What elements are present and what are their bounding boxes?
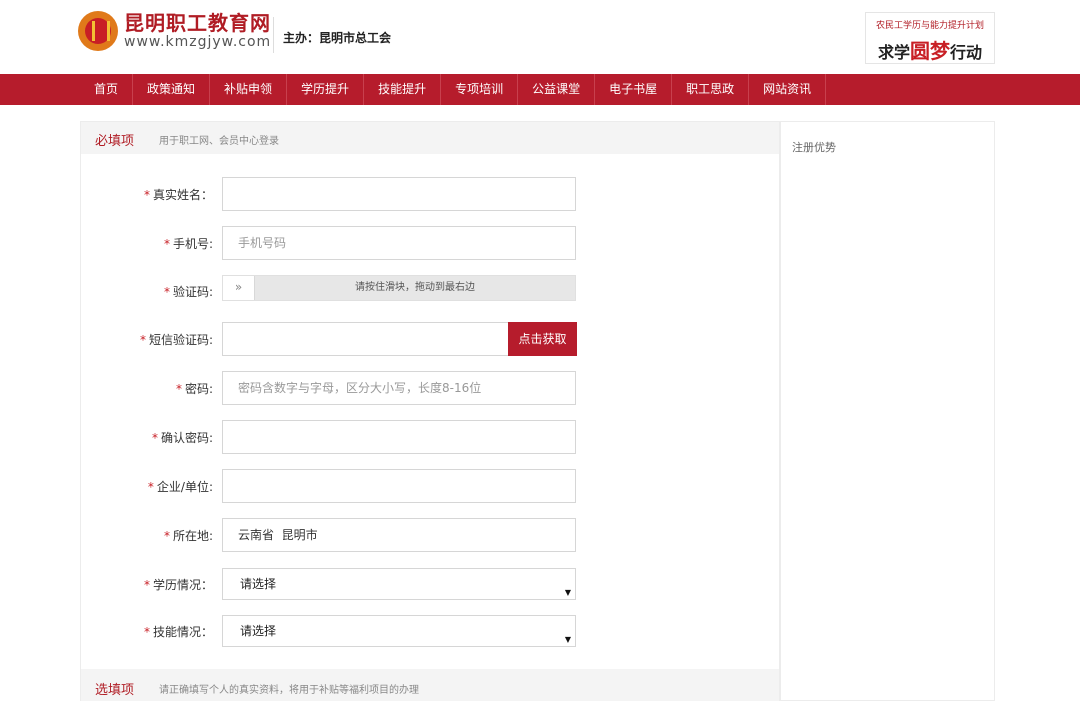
location-label: * 所在地:: [163, 529, 213, 543]
phone-label: * 手机号:: [163, 237, 213, 251]
nav-item-home[interactable]: 首页: [80, 74, 134, 105]
site-logo[interactable]: 昆明职工教育网 www.kmzgjyw.com: [78, 11, 271, 51]
nav-item-ebooks[interactable]: 电子书屋: [595, 74, 673, 105]
slider-handle-icon[interactable]: »: [223, 276, 255, 300]
nav-item-subsidy[interactable]: 补贴申领: [210, 74, 288, 105]
company-row: * 企业/单位:: [81, 469, 779, 503]
optional-section-description: 请正确填写个人的真实资料，将用于补贴等福利项目的办理: [159, 685, 419, 696]
union-emblem-icon: [78, 11, 118, 51]
slider-hint: 请按住滑块，拖动到最右边: [355, 282, 475, 293]
site-name: 昆明职工教育网: [124, 11, 271, 35]
skill-row: * 技能情况： 请选择 ▼: [81, 615, 779, 649]
education-selected-value: 请选择: [240, 577, 277, 591]
site-url: www.kmzgjyw.com: [124, 34, 272, 50]
nav-item-news[interactable]: 网站资讯: [749, 74, 827, 105]
skill-selected-value: 请选择: [240, 624, 277, 638]
phone-input[interactable]: [222, 226, 576, 260]
nav-item-training[interactable]: 专项培训: [441, 74, 519, 105]
captcha-label: * 验证码:: [163, 285, 213, 299]
location-input[interactable]: 云南省 昆明市: [222, 518, 576, 552]
nav-item-ideology[interactable]: 职工思政: [672, 74, 750, 105]
real-name-label: * 真实姓名：: [143, 188, 213, 202]
required-section-title: 必填项: [95, 134, 135, 149]
required-section-description: 用于职工网、会员中心登录: [159, 136, 279, 147]
dropdown-arrow-icon: ▼: [564, 635, 571, 644]
location-row: * 所在地: 云南省 昆明市: [81, 518, 779, 552]
nav-item-education[interactable]: 学历提升: [287, 74, 365, 105]
required-section-header: 必填项 用于职工网、会员中心登录: [81, 122, 779, 154]
main-nav: 首页 政策通知 补贴申领 学历提升 技能提升 专项培训 公益课堂 电子书屋 职工…: [0, 74, 1080, 105]
optional-section-title: 选填项: [95, 683, 135, 698]
education-label: * 学历情况：: [143, 578, 213, 592]
confirm-password-row: * 确认密码:: [81, 420, 779, 454]
sms-code-label: * 短信验证码:: [139, 333, 213, 347]
header-divider: [273, 17, 274, 53]
sms-code-row: * 短信验证码: 点击获取: [81, 322, 779, 356]
sms-code-input[interactable]: [222, 322, 509, 356]
banner-title: 求学圆梦行动: [877, 39, 983, 63]
campaign-banner[interactable]: 农民工学历与能力提升计划 求学圆梦行动: [865, 12, 995, 64]
nav-item-policy[interactable]: 政策通知: [133, 74, 211, 105]
site-header: 昆明职工教育网 www.kmzgjyw.com 主办：昆明市总工会 农民工学历与…: [0, 0, 1080, 74]
phone-row: * 手机号:: [81, 226, 779, 260]
confirm-password-input[interactable]: [222, 420, 576, 454]
nav-item-skills[interactable]: 技能提升: [364, 74, 442, 105]
registration-form-panel: 必填项 用于职工网、会员中心登录 *真实姓名： *手机号: *验证码: » 请按…: [80, 121, 780, 701]
company-input[interactable]: [222, 469, 576, 503]
dropdown-arrow-icon: ▼: [564, 588, 571, 597]
password-label: * 密码:: [175, 382, 213, 396]
host-label: 主办：昆明市总工会: [283, 31, 392, 45]
education-row: * 学历情况： 请选择 ▼: [81, 568, 779, 602]
get-sms-code-button[interactable]: 点击获取: [508, 322, 577, 356]
captcha-row: * 验证码: » 请按住滑块，拖动到最右边: [81, 275, 779, 309]
education-select[interactable]: 请选择 ▼: [222, 568, 576, 600]
optional-section-header: 选填项 请正确填写个人的真实资料，将用于补贴等福利项目的办理: [81, 669, 779, 701]
skill-select[interactable]: 请选择 ▼: [222, 615, 576, 647]
password-input[interactable]: [222, 371, 576, 405]
registration-benefits-title: 注册优势: [792, 141, 836, 154]
banner-subtitle: 农民工学历与能力提升计划: [875, 21, 984, 31]
real-name-row: * 真实姓名：: [81, 177, 779, 211]
confirm-password-label: * 确认密码:: [151, 431, 213, 445]
slider-captcha[interactable]: » 请按住滑块，拖动到最右边: [222, 275, 576, 301]
side-panel: 注册优势: [780, 121, 995, 701]
company-label: * 企业/单位:: [147, 480, 213, 494]
real-name-input[interactable]: [222, 177, 576, 211]
nav-item-public-class[interactable]: 公益课堂: [518, 74, 596, 105]
skill-label: * 技能情况：: [143, 625, 213, 639]
password-row: * 密码:: [81, 371, 779, 405]
